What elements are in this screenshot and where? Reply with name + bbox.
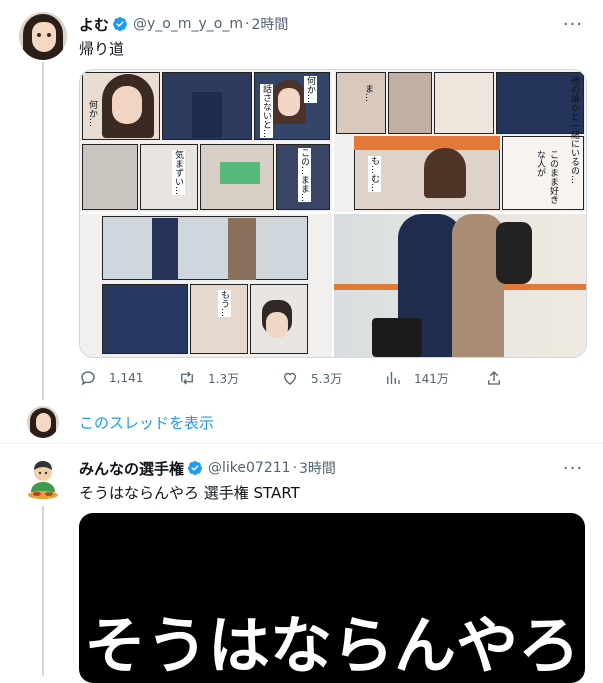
views-button[interactable]: 141万 <box>384 366 449 390</box>
comic-image-2[interactable]: 他の誰かと一緒にいるの… このまま好きな人が も…む… ま… <box>334 70 586 212</box>
comic-image-3[interactable]: もう… <box>80 214 332 357</box>
media-caption: そうはならんやろ <box>83 609 580 682</box>
avatar[interactable] <box>19 12 67 60</box>
speech-bubble: 何か… <box>304 76 317 103</box>
heart-icon <box>284 372 296 385</box>
analytics-icon <box>387 372 400 384</box>
tweet-media[interactable]: そうはならんやろ <box>79 513 585 683</box>
user-handle[interactable]: @like07211 <box>208 460 291 476</box>
speech-bubble: この…まま… <box>298 148 311 202</box>
tweet-media-grid: 何か… 話さないと… 何か… 気まずい… この…まま… 他の誰かと一緒にいるの…… <box>79 69 587 358</box>
user-handle[interactable]: @y_o_m_y_o_m <box>133 16 243 32</box>
tweet-actions: 1,141 1.3万 5.3万 141万 <box>79 366 509 390</box>
separator-dot: · <box>245 16 250 32</box>
tweet[interactable]: みんなの選手権 @like07211 · 3時間 ··· そうはならんやろ 選手… <box>0 444 603 683</box>
tweet-text: そうはならんやろ 選手権 START <box>79 484 300 502</box>
speech-bubble: ま… <box>363 84 373 102</box>
speech-bubble: も…む… <box>368 156 381 192</box>
speech-bubble: 何か… <box>87 100 97 127</box>
display-name[interactable]: よむ <box>79 14 109 35</box>
tweet-header: みんなの選手権 @like07211 · 3時間 <box>79 458 336 478</box>
verified-badge-icon <box>188 461 203 476</box>
views-count: 141万 <box>414 371 449 386</box>
timestamp[interactable]: 2時間 <box>251 14 288 34</box>
like-button[interactable]: 5.3万 <box>281 366 342 390</box>
tweet[interactable]: よむ @y_o_m_y_o_m · 2時間 ··· 帰り道 何か… 話さないと…… <box>0 0 603 400</box>
share-button[interactable] <box>485 366 503 390</box>
comic-image-1[interactable]: 何か… 話さないと… 何か… 気まずい… この…まま… <box>80 70 332 212</box>
tweet-header: よむ @y_o_m_y_o_m · 2時間 <box>79 14 288 34</box>
verified-badge-icon <box>113 17 128 32</box>
thread-connector-line <box>42 62 44 400</box>
reply-button[interactable]: 1,141 <box>79 366 143 390</box>
share-icon <box>488 371 500 385</box>
thread-connector-line <box>42 506 44 676</box>
reply-count: 1,141 <box>109 371 144 385</box>
tweet-text: 帰り道 <box>79 40 125 58</box>
show-thread-link[interactable]: このスレッドを表示 <box>79 412 214 433</box>
retweet-icon <box>181 371 193 385</box>
avatar[interactable] <box>19 456 67 504</box>
mascot-icon <box>28 461 58 499</box>
speech-bubble: 気まずい… <box>172 150 185 195</box>
separator-dot: · <box>292 460 298 476</box>
speech-bubble: もう… <box>218 290 231 317</box>
more-options-icon[interactable]: ··· <box>563 458 583 479</box>
show-thread-row[interactable]: このスレッドを表示 <box>0 400 603 444</box>
speech-bubble: 他の誰かと一緒にいるの… <box>569 76 579 184</box>
avatar[interactable] <box>27 406 59 438</box>
speech-bubble: このまま好きな人が <box>535 150 558 204</box>
comic-image-4[interactable] <box>334 214 586 357</box>
reply-icon <box>81 371 95 386</box>
speech-bubble: 話さないと… <box>260 84 273 138</box>
more-options-icon[interactable]: ··· <box>563 14 583 35</box>
like-count: 5.3万 <box>311 371 343 386</box>
timestamp[interactable]: 3時間 <box>299 458 336 478</box>
retweet-button[interactable]: 1.3万 <box>178 366 239 390</box>
retweet-count: 1.3万 <box>208 371 240 386</box>
display-name[interactable]: みんなの選手権 <box>79 458 184 479</box>
timeline-feed: よむ @y_o_m_y_o_m · 2時間 ··· 帰り道 何か… 話さないと…… <box>0 0 603 683</box>
